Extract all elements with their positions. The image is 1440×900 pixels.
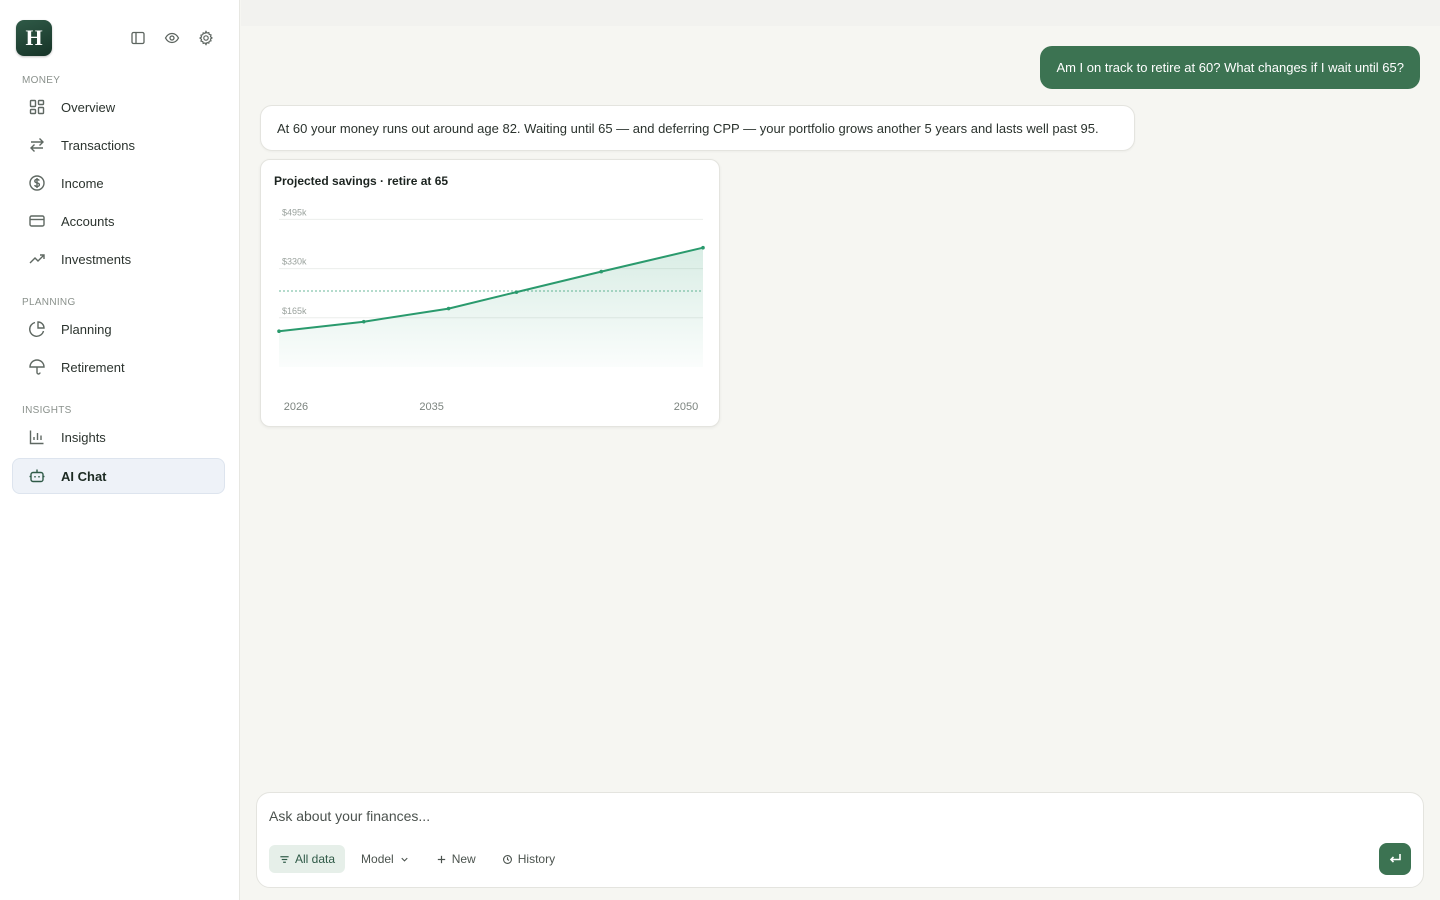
- settings-button[interactable]: [196, 28, 216, 48]
- privacy-toggle-button[interactable]: [162, 28, 182, 48]
- sidebar-item-label: Insights: [61, 429, 106, 445]
- projection-chart: $165k $330k $495k 2026 2035 2050: [277, 207, 705, 413]
- sidebar-item-insights[interactable]: Insights: [12, 419, 225, 455]
- composer-toolbar: All data Model New History: [269, 845, 565, 873]
- trending-up-icon: [27, 249, 47, 269]
- logo-letter: H: [25, 25, 43, 50]
- sidebar-item-investments[interactable]: Investments: [12, 241, 225, 277]
- gear-icon: [199, 30, 213, 46]
- sidebar-item-ai-chat[interactable]: AI Chat: [12, 458, 225, 494]
- sidebar-item-income[interactable]: Income: [12, 165, 225, 201]
- toggle-sidebar-button[interactable]: [128, 28, 148, 48]
- new-chat-button[interactable]: New: [426, 845, 486, 873]
- sidebar-item-label: Retirement: [61, 359, 125, 375]
- sidebar-item-label: Planning: [61, 321, 112, 337]
- dollar-circle-icon: [27, 173, 47, 193]
- sidebar-toolbar: [128, 28, 216, 48]
- sidebar-item-label: Investments: [61, 251, 132, 267]
- chat-input[interactable]: [269, 805, 1369, 827]
- chart-point: [599, 269, 604, 274]
- sidebar-item-overview[interactable]: Overview: [12, 89, 225, 125]
- main-topbar: [241, 0, 1440, 26]
- history-button[interactable]: History: [492, 845, 565, 873]
- filter-icon: [280, 855, 289, 863]
- sidebar-panel-icon: [131, 31, 145, 45]
- sidebar-item-transactions[interactable]: Transactions: [12, 127, 225, 163]
- y-tick-label: $165k: [282, 306, 307, 316]
- new-label: New: [451, 852, 476, 866]
- sidebar-item-label: Accounts: [61, 213, 115, 229]
- chart-point: [277, 329, 281, 334]
- history-label: History: [517, 852, 556, 866]
- chart-point: [701, 245, 705, 250]
- send-button[interactable]: [1379, 843, 1411, 875]
- section-label-planning: PLANNING: [22, 297, 76, 308]
- assistant-message: At 60 your money runs out around age 82.…: [260, 105, 1135, 151]
- x-tick-label: 2026: [284, 401, 308, 413]
- sidebar-item-accounts[interactable]: Accounts: [12, 203, 225, 239]
- section-label-insights: INSIGHTS: [22, 405, 72, 416]
- sidebar-item-label: AI Chat: [61, 468, 107, 484]
- chart-card: Projected savings · retire at 65 $165k $3…: [260, 159, 720, 427]
- y-tick-label: $495k: [282, 207, 307, 217]
- credit-card-icon: [27, 211, 47, 231]
- x-tick-label: 2050: [674, 401, 698, 413]
- chart-point: [446, 306, 451, 311]
- model-label: Model: [361, 852, 394, 866]
- user-message: Am I on track to retire at 60? What chan…: [1040, 46, 1420, 89]
- chat-composer: All data Model New History: [256, 792, 1424, 888]
- sidebar-item-label: Income: [61, 175, 104, 191]
- grid-icon: [27, 97, 47, 117]
- section-label-money: MONEY: [22, 75, 61, 86]
- all-data-button[interactable]: All data: [269, 845, 346, 873]
- bar-chart-icon: [27, 427, 47, 447]
- umbrella-icon: [27, 357, 47, 377]
- model-select[interactable]: Model: [351, 845, 420, 873]
- chart-point: [362, 319, 366, 324]
- sidebar: H MONEY Overview Transactions Income Acc…: [0, 0, 240, 900]
- x-tick-label: 2035: [419, 401, 443, 413]
- pie-chart-icon: [27, 319, 47, 339]
- clock-icon: [502, 854, 512, 864]
- y-tick-label: $330k: [282, 257, 307, 267]
- chart-area: [279, 247, 703, 367]
- sidebar-item-label: Overview: [61, 99, 116, 115]
- sidebar-item-retirement[interactable]: Retirement: [12, 349, 225, 385]
- robot-icon: [27, 466, 47, 486]
- arrows-swap-icon: [27, 135, 47, 155]
- all-data-label: All data: [295, 852, 336, 866]
- sidebar-item-label: Transactions: [61, 137, 135, 153]
- enter-arrow-icon: [1389, 854, 1401, 863]
- plus-icon: [437, 855, 445, 863]
- app-logo[interactable]: H: [16, 20, 52, 56]
- chevron-down-icon: [401, 857, 408, 862]
- sidebar-item-planning[interactable]: Planning: [12, 311, 225, 347]
- chart-point: [514, 290, 519, 294]
- eye-icon: [164, 32, 180, 44]
